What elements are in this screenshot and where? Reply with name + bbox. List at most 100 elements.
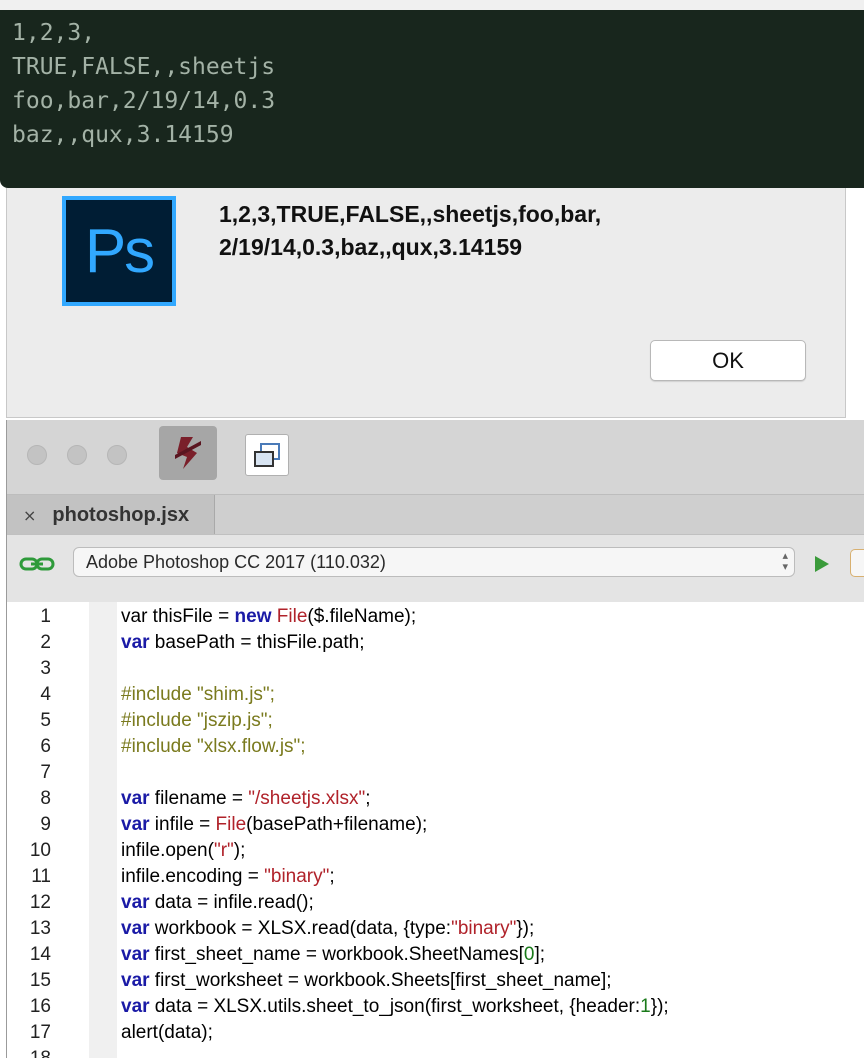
line-number: 1	[40, 606, 51, 627]
code-token: "binary"	[451, 918, 517, 939]
extendscript-logo-button[interactable]	[159, 426, 217, 480]
code-line: var filename = "/sheetjs.xlsx";	[121, 786, 371, 812]
code-token: infile =	[149, 814, 216, 835]
line-number: 10	[29, 840, 51, 861]
line-number: 18	[7, 1046, 51, 1058]
line-number: 16	[29, 996, 51, 1017]
line-number: 12	[29, 892, 51, 913]
code-line: infile.open("r");	[121, 838, 245, 864]
code-line: #include "jszip.js";	[121, 708, 273, 734]
close-icon[interactable]: ×	[23, 506, 36, 525]
code-token: infile.open(	[121, 840, 214, 861]
line-number: 17	[29, 1022, 51, 1043]
code-editor[interactable]: 123456789101112131415161718var thisFile …	[7, 602, 864, 1058]
code-token: });	[650, 996, 669, 1017]
line-number: 7	[40, 762, 51, 783]
code-line: var data = infile.read();	[121, 890, 314, 916]
line-number: 3	[40, 658, 51, 679]
alert-dialog: Ps 1,2,3,TRUE,FALSE,,sheetjs,foo,bar, 2/…	[6, 188, 846, 418]
code-token: filename =	[149, 788, 249, 809]
code-token: (basePath+filename);	[246, 814, 428, 835]
code-token: var	[121, 918, 150, 939]
code-token: #include "xlsx.flow.js";	[121, 736, 306, 757]
zoom-window-button[interactable]	[107, 445, 127, 465]
code-line: var first_worksheet = workbook.Sheets[fi…	[121, 968, 612, 994]
code-token: var	[121, 892, 150, 913]
code-line: var data = XLSX.utils.sheet_to_json(firs…	[121, 994, 669, 1020]
line-number: 8	[40, 788, 51, 809]
code-token: );	[233, 840, 246, 861]
code-token: new	[234, 606, 272, 627]
code-token: workbook = XLSX.read(data, {type:	[149, 918, 452, 939]
code-token: File	[276, 606, 308, 627]
photoshop-icon-text: Ps	[84, 216, 155, 286]
tab-photoshop-jsx[interactable]: × photoshop.jsx	[7, 495, 215, 535]
line-number: 15	[29, 970, 51, 991]
extendscript-editor-window: × photoshop.jsx Adobe Photoshop CC 2017 …	[6, 420, 864, 1058]
chevron-updown-icon: ▴ ▾	[782, 549, 788, 573]
code-token: data = infile.read();	[149, 892, 314, 913]
code-token: ($.fileName);	[307, 606, 417, 627]
code-token: ];	[534, 944, 546, 965]
breakpoint-gutter[interactable]	[89, 602, 117, 1058]
code-token: ;	[365, 788, 371, 809]
extendscript-logo-icon	[175, 437, 201, 469]
ok-button[interactable]: OK	[650, 340, 806, 381]
alert-message-line: 2/19/14,0.3,baz,,qux,3.14159	[219, 234, 523, 260]
target-application-label: Adobe Photoshop CC 2017 (110.032)	[86, 551, 386, 572]
line-number: 5	[40, 710, 51, 731]
code-token: 0	[523, 944, 535, 965]
line-number: 2	[40, 632, 51, 653]
code-line: var workbook = XLSX.read(data, {type:"bi…	[121, 916, 534, 942]
minimize-window-button[interactable]	[67, 445, 87, 465]
window-icon	[254, 443, 280, 467]
code-token: });	[516, 918, 535, 939]
line-number: 6	[40, 736, 51, 757]
code-token: var	[121, 970, 150, 991]
line-number: 9	[40, 814, 51, 835]
code-token: var	[121, 814, 150, 835]
code-token: thisFile =	[147, 606, 235, 627]
code-token: var	[121, 606, 148, 627]
terminal-line: TRUE,FALSE,,sheetjs	[12, 54, 276, 80]
code-token: var	[121, 788, 150, 809]
terminal-line: foo,bar,2/19/14,0.3	[12, 88, 276, 114]
terminal-line: baz,,qux,3.14159	[12, 122, 234, 148]
line-number: 13	[29, 918, 51, 939]
title-bar	[7, 420, 864, 494]
target-toolbar: Adobe Photoshop CC 2017 (110.032) ▴ ▾	[7, 534, 864, 602]
window-toggle-button[interactable]	[245, 434, 289, 476]
code-token: "/sheetjs.xlsx"	[248, 788, 366, 809]
link-icon[interactable]	[19, 555, 55, 573]
terminal-line: 1,2,3,	[12, 20, 96, 46]
alert-message-line: 1,2,3,TRUE,FALSE,,sheetjs,foo,bar,	[219, 201, 602, 227]
code-line: var infile = File(basePath+filename);	[121, 812, 427, 838]
code-token: ;	[329, 866, 335, 887]
code-token: alert(data);	[121, 1022, 213, 1043]
code-line: infile.encoding = "binary";	[121, 864, 335, 890]
code-line: #include "shim.js";	[121, 682, 275, 708]
line-number: 11	[31, 866, 51, 887]
code-line: var basePath = thisFile.path;	[121, 630, 364, 656]
code-token: var	[121, 944, 150, 965]
document-tab-bar: × photoshop.jsx	[7, 494, 864, 535]
code-token: File	[215, 814, 247, 835]
code-line: var first_sheet_name = workbook.SheetNam…	[121, 942, 545, 968]
code-token: basePath = thisFile.path;	[149, 632, 365, 653]
code-token: var	[121, 632, 150, 653]
target-application-select[interactable]: Adobe Photoshop CC 2017 (110.032) ▴ ▾	[73, 547, 795, 577]
photoshop-icon: Ps	[62, 196, 176, 306]
play-icon[interactable]	[813, 555, 831, 573]
code-token: 1	[640, 996, 651, 1017]
code-token: var	[121, 996, 150, 1017]
alert-message: 1,2,3,TRUE,FALSE,,sheetjs,foo,bar, 2/19/…	[219, 198, 819, 264]
code-token: #include "jszip.js";	[121, 710, 273, 731]
code-token: "r"	[213, 840, 234, 861]
terminal-output: 1,2,3, TRUE,FALSE,,sheetjs foo,bar,2/19/…	[0, 0, 864, 188]
code-token: "binary"	[264, 866, 330, 887]
close-window-button[interactable]	[27, 445, 47, 465]
tab-label: photoshop.jsx	[52, 503, 190, 526]
pause-button[interactable]	[850, 549, 864, 577]
code-token: infile.encoding =	[121, 866, 265, 887]
code-token: data = XLSX.utils.sheet_to_json(first_wo…	[149, 996, 641, 1017]
